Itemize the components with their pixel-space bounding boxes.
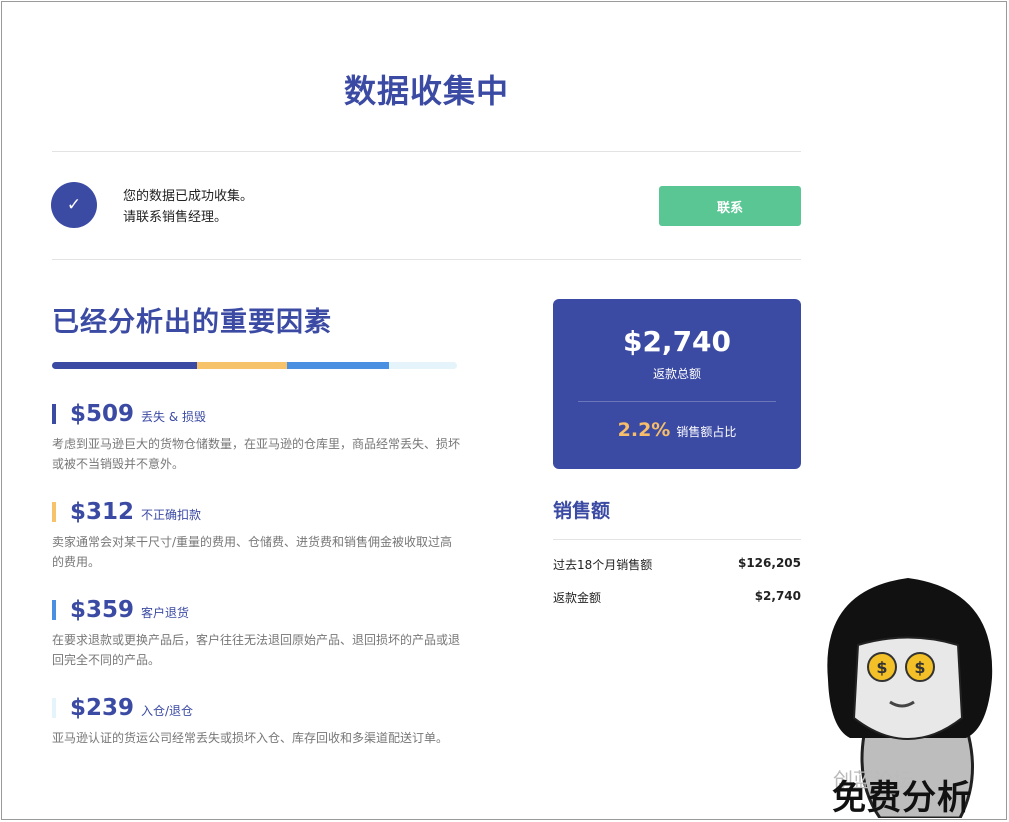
- svg-text:$: $: [914, 658, 925, 677]
- factor-description: 考虑到亚马逊巨大的货物仓储数量，在亚马逊的仓库里，商品经常丢失、损坏或被不当销毁…: [52, 437, 461, 471]
- factor-description: 亚马逊认证的货运公司经常丢失或损坏入仓、库存回收和多渠道配送订单。: [52, 731, 449, 745]
- success-line-2: 请联系销售经理。: [123, 210, 228, 225]
- success-line-1: 您的数据已成功收集。: [123, 189, 254, 204]
- refund-total-label: 返款总额: [652, 367, 701, 381]
- factor-marker: [52, 698, 56, 718]
- check-icon: ✓: [51, 182, 97, 228]
- factor-marker: [52, 502, 56, 522]
- sales-row-label: 过去18个月销售额: [553, 558, 653, 572]
- progress-segment-returns: [286, 362, 389, 369]
- factor-label: 客户退货: [141, 606, 190, 620]
- refund-summary-card: $2,740 返款总额 2.2% 销售额占比: [553, 299, 801, 469]
- divider: [553, 539, 801, 540]
- divider: [52, 259, 801, 260]
- factor-progress-bar: [52, 362, 457, 369]
- factors-title: 已经分析出的重要因素: [52, 307, 332, 338]
- sales-ratio-label: 销售额占比: [676, 425, 737, 439]
- factor-amount: $239: [70, 695, 135, 721]
- sales-row-18-months: 过去18个月销售额 $126,205: [553, 556, 801, 573]
- sales-row-value: $126,205: [737, 556, 801, 570]
- sticker-caption: 免费分析: [832, 778, 972, 818]
- divider: [52, 151, 801, 152]
- factor-description: 卖家通常会对某干尺寸/重量的费用、仓储费、进货费和销售佣金被收取过高的费用。: [52, 535, 453, 569]
- sales-ratio: 2.2% 销售额占比: [553, 419, 801, 441]
- sales-row-value: $2,740: [754, 589, 801, 603]
- factor-label: 入仓/退仓: [141, 704, 194, 718]
- factor-amount: $509: [70, 401, 135, 427]
- factor-marker: [52, 600, 56, 620]
- factor-label: 丢失 & 损毁: [141, 410, 207, 424]
- factor-item-lost: $509 丢失 & 损毁 考虑到亚马逊巨大的货物仓储数量，在亚马逊的仓库里，商品…: [52, 401, 462, 474]
- sales-title: 销售额: [553, 500, 611, 522]
- factor-amount: $359: [70, 597, 135, 623]
- sales-ratio-value: 2.2%: [617, 419, 671, 441]
- factor-label: 不正确扣款: [141, 508, 202, 522]
- card-divider: [578, 401, 776, 402]
- svg-text:$: $: [876, 658, 887, 677]
- refund-total-amount: $2,740: [622, 325, 732, 358]
- success-message: 您的数据已成功收集。 请联系销售经理。: [123, 186, 253, 228]
- progress-segment-lost: [52, 362, 198, 369]
- factor-item-incorrect-fees: $312 不正确扣款 卖家通常会对某干尺寸/重量的费用、仓储费、进货费和销售佣金…: [52, 499, 462, 572]
- factor-item-returns: $359 客户退货 在要求退款或更换产品后，客户往往无法退回原始产品、退回损坏的…: [52, 597, 462, 670]
- sales-row-label: 返款金额: [553, 591, 602, 605]
- factor-item-inbound: $239 入仓/退仓 亚马逊认证的货运公司经常丢失或损坏入仓、库存回收和多渠道配…: [52, 695, 462, 748]
- factor-amount: $312: [70, 499, 135, 525]
- factor-marker: [52, 404, 56, 424]
- factor-description: 在要求退款或更换产品后，客户往往无法退回原始产品、退回损坏的产品或退回完全不同的…: [52, 633, 461, 667]
- progress-segment-inbound: [388, 362, 457, 369]
- contact-button[interactable]: 联系: [659, 186, 801, 226]
- sales-row-refund: 返款金额 $2,740: [553, 589, 801, 606]
- page-title: 数据收集中: [343, 72, 509, 110]
- progress-segment-incorrect-fees: [197, 362, 287, 369]
